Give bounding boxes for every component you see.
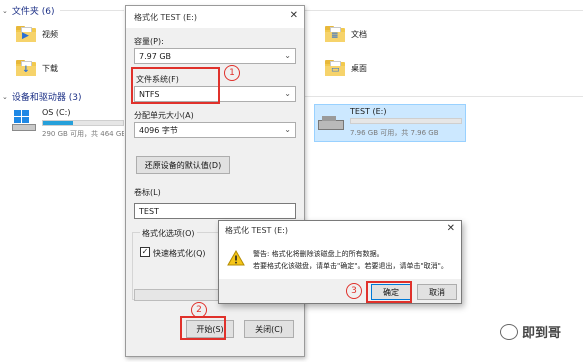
alloc-unit-label: 分配单元大小(A) — [134, 111, 194, 120]
quick-format-checkbox[interactable]: ✓ — [140, 247, 150, 257]
drive-c-usage-fill — [43, 121, 74, 125]
annotation-box-filesystem — [131, 67, 220, 104]
desktop-folder-icon: ▭ — [325, 60, 345, 76]
capacity-value: 7.97 GB — [139, 51, 172, 61]
warning-line-1: 警告: 格式化将删除该磁盘上的所有数据。 — [253, 250, 384, 258]
capacity-label: 容量(P): — [134, 37, 164, 46]
devices-header-label: 设备和驱动器 (3) — [11, 93, 82, 103]
folders-header-label: 文件夹 (6) — [11, 7, 55, 17]
section-divider — [305, 96, 583, 97]
folder-label: 视频 — [42, 29, 58, 39]
drive-e-usage-bar — [350, 118, 462, 124]
chevron-down-icon: ⌄ — [2, 6, 8, 15]
folder-downloads[interactable]: ↓ 下载 — [16, 60, 58, 76]
download-folder-icon: ↓ — [16, 60, 36, 76]
capacity-select[interactable]: 7.97 GB ⌄ — [134, 48, 296, 64]
devices-section-header[interactable]: ⌄ 设备和驱动器 (3) — [2, 90, 82, 104]
watermark-text: 即到哥 — [522, 326, 562, 341]
chevron-down-icon: ⌄ — [2, 92, 8, 101]
warning-dialog-title: 格式化 TEST (E:) — [225, 225, 288, 235]
drive-e-space: 7.96 GB 可用，共 7.96 GB — [350, 129, 439, 137]
section-divider — [305, 10, 583, 11]
volume-label-label: 卷标(L) — [134, 188, 161, 197]
folder-documents[interactable]: ≡ 文档 — [325, 26, 367, 42]
drive-c-space: 290 GB 可用，共 464 GB — [42, 130, 124, 138]
format-options-label: 格式化选项(O) — [140, 228, 197, 239]
annotation-marker-1: 1 — [224, 65, 240, 81]
quick-format-label: 快速格式化(Q) — [153, 249, 206, 258]
annotation-box-ok — [366, 281, 412, 303]
format-dialog: 格式化 TEST (E:) ✕ 容量(P): 7.97 GB ⌄ 文件系统(F)… — [125, 5, 305, 357]
annotation-box-start — [180, 316, 226, 340]
watermark: 即到哥 — [500, 322, 561, 341]
drive-e-name: TEST (E:) — [350, 107, 387, 116]
video-folder-icon: ▶ — [16, 26, 36, 42]
warning-dialog-titlebar: 格式化 TEST (E:) ✕ — [219, 221, 461, 239]
alloc-unit-select[interactable]: 4096 字节 ⌄ — [134, 122, 296, 138]
chevron-down-icon: ⌄ — [284, 89, 291, 98]
warning-dialog: 格式化 TEST (E:) ✕ 警告: 格式化将删除该磁盘上的所有数据。 若要格… — [218, 220, 462, 304]
folder-desktop[interactable]: ▭ 桌面 — [325, 60, 367, 76]
drive-c-usage-bar — [42, 120, 124, 126]
restore-defaults-button[interactable]: 还原设备的默认值(D) — [136, 156, 230, 174]
folder-label: 下载 — [42, 63, 58, 73]
chevron-down-icon: ⌄ — [284, 51, 291, 60]
format-dialog-title: 格式化 TEST (E:) — [134, 12, 197, 22]
folder-label: 文档 — [351, 29, 367, 39]
folder-videos[interactable]: ▶ 视频 — [16, 26, 58, 42]
close-button[interactable]: 关闭(C) — [244, 320, 294, 338]
close-icon[interactable]: ✕ — [447, 223, 455, 234]
wechat-icon — [500, 323, 518, 340]
format-dialog-titlebar: 格式化 TEST (E:) ✕ — [126, 6, 304, 28]
chevron-down-icon: ⌄ — [284, 125, 291, 134]
windows-drive-icon — [12, 110, 36, 132]
section-divider — [60, 10, 124, 11]
alloc-unit-value: 4096 字节 — [139, 125, 178, 135]
cancel-button[interactable]: 取消 — [417, 284, 457, 300]
volume-label-input[interactable]: TEST — [134, 203, 296, 219]
warning-dialog-body: 警告: 格式化将删除该磁盘上的所有数据。 若要格式化该磁盘，请单击"确定"。若要… — [219, 239, 461, 279]
documents-folder-icon: ≡ — [325, 26, 345, 42]
warning-icon — [227, 250, 245, 266]
drive-c-name[interactable]: OS (C:) — [42, 108, 70, 117]
warning-line-2: 若要格式化该磁盘，请单击"确定"。若要退出，请单击"取消"。 — [253, 262, 448, 270]
folder-label: 桌面 — [351, 63, 367, 73]
close-icon[interactable]: ✕ — [290, 10, 298, 21]
usb-drive-icon — [318, 116, 344, 132]
annotation-marker-3: 3 — [346, 283, 362, 299]
annotation-marker-2: 2 — [191, 302, 207, 318]
folders-section-header[interactable]: ⌄ 文件夹 (6) — [2, 4, 55, 18]
